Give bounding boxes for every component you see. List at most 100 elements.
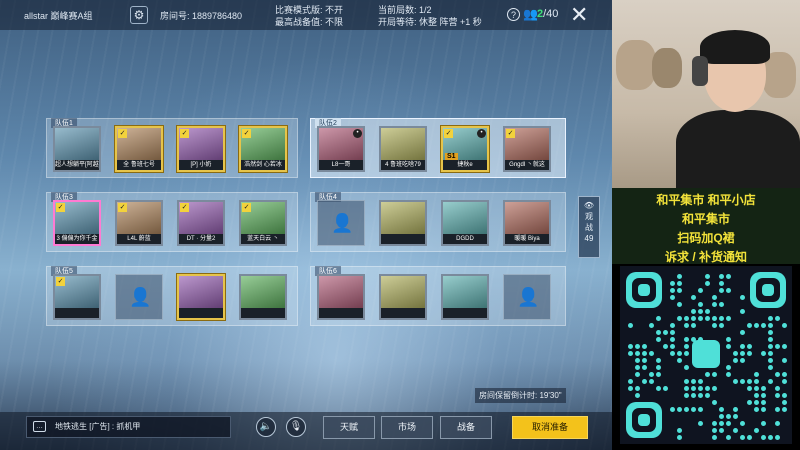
empty-slot[interactable]: 👤 [317,200,365,246]
qr-finder-core [638,284,650,296]
empty-slot[interactable]: 👤 [115,274,163,320]
qr-dot [705,281,710,286]
qr-dot [768,435,773,440]
player-name [319,308,363,318]
banner-line-2: 和平集市 [681,212,730,226]
qr-dot [775,344,780,349]
team-panel[interactable]: 队伍5 ✓ 👤 [46,266,298,326]
player-slot[interactable] [379,274,427,320]
team-panel[interactable]: 队伍4 👤 DGDD 暖暖 Biya [310,192,566,252]
qr-dot [740,309,745,314]
speaker-icon[interactable]: 🔈 [256,417,276,437]
qr-dot [705,393,710,398]
player-slot[interactable] [239,274,287,320]
wait-info: 开局等待: 休整 阵营 +1 秒 [378,17,482,27]
qr-dot [712,316,717,321]
player-slot[interactable]: ✓ 蓝天白云 丶 [239,200,287,246]
qr-dot [740,351,745,356]
qr-dot [768,365,773,370]
qr-dot [642,351,647,356]
voice-icon: • [477,129,486,138]
spectate-button[interactable]: 👁 观 战 49 [578,196,600,258]
player-name: [P] 小奶 [179,160,223,170]
qr-dot [754,323,759,328]
player-slot[interactable]: 4 鲁班吃啥79 [379,126,427,172]
ready-check-icon: ✓ [180,129,189,138]
qr-dot [768,323,773,328]
chat-box[interactable]: … 地铁逃生 [广告] : 抓机甲 [26,416,231,438]
team-panel[interactable]: 队伍6 👤 [310,266,566,326]
player-slot[interactable]: ✓ 全 鲁班七号 [115,126,163,172]
qr-dot [635,386,640,391]
qr-dot [656,330,661,335]
room-name: allstar 巅峰赛A组 [24,11,93,21]
qr-dot [747,379,752,384]
player-slot[interactable]: 暖暖 Biya [503,200,551,246]
qr-dot [740,330,745,335]
player-slot[interactable] [177,274,225,320]
ready-check-icon: ✓ [56,277,65,286]
close-icon[interactable]: ✕ [570,3,588,27]
player-name: 暖暖 Biya [505,234,549,244]
qr-dot [775,316,780,321]
player-slot[interactable]: 超人想躺平[阿越] [53,126,101,172]
player-name [381,308,425,318]
qr-dot [768,344,773,349]
qr-dot [628,386,633,391]
qr-dot [775,407,780,412]
player-name [55,308,99,318]
qr-dot [712,428,717,433]
qr-dot [782,358,787,363]
ready-check-icon: ✓ [118,129,127,138]
ready-check-icon: ✓ [242,129,251,138]
qr-dot [698,309,703,314]
qr-dot [635,358,640,363]
player-slot[interactable]: ✓ [P] 小奶 [177,126,225,172]
player-avatar [443,202,487,234]
chat-icon[interactable]: … [33,421,46,432]
qr-dot [670,330,675,335]
player-name: 3 偏偏为你千金 [55,234,99,244]
qr-dot [761,386,766,391]
eye-icon: 👁 [583,201,595,210]
team-panel[interactable]: 队伍3 ✓ 3 偏偏为你千金 ✓ L4L 蔚蓝 ✓ DT · 分量2 ✓ 蓝天白云 丶 [46,192,298,252]
prepare-button[interactable]: 战备 [440,416,492,439]
qr-dot [754,428,759,433]
question-icon[interactable]: ? [507,8,520,21]
player-slot[interactable] [317,274,365,320]
player-slot[interactable]: ✓ 3 偏偏为你千金 [53,200,101,246]
talent-button[interactable]: 天赋 [323,416,375,439]
qr-dot [656,358,661,363]
player-slot[interactable]: ✓ [53,274,101,320]
team-panel[interactable]: 队伍1 超人想躺平[阿越] ✓ 全 鲁班七号 ✓ [P] 小奶 ✓ 浩然剑 心若冰 [46,118,298,178]
qr-dot [684,365,689,370]
player-slot[interactable]: ✓ L4L 蔚蓝 [115,200,163,246]
player-slot[interactable]: • L8一哥 [317,126,365,172]
player-slot[interactable]: ✓ • S1 捷秋e [441,126,489,172]
qr-dot [768,337,773,342]
player-slot[interactable]: DGDD [441,200,489,246]
qr-dot [775,393,780,398]
player-slot[interactable]: ✓ DT · 分量2 [177,200,225,246]
season-tag: S1 [445,153,458,160]
player-avatar [179,276,223,308]
qr-dot [656,372,661,377]
qr-dot [628,344,633,349]
player-slot[interactable]: ✓ 浩然剑 心若冰 [239,126,287,172]
mic-icon[interactable]: 🎙 [286,417,306,437]
player-name: 超人想躺平[阿越] [55,160,99,170]
qr-dot [726,372,731,377]
player-slot[interactable] [379,200,427,246]
qr-dot [726,421,731,426]
market-button[interactable]: 市场 [381,416,433,439]
ready-check-icon: ✓ [56,203,65,212]
player-slot[interactable] [441,274,489,320]
qr-dot [628,351,633,356]
promo-banner: 和平集市 和平小店 和平集市 扫码加Q裙 诉求 / 补货通知 [612,188,800,264]
empty-slot[interactable]: 👤 [503,274,551,320]
qr-dot [677,407,682,412]
cancel-ready-button[interactable]: 取消准备 [512,416,588,439]
gear-icon[interactable]: ⚙ [130,6,148,24]
player-slot[interactable]: ✓ Gngdl 丶就这 [503,126,551,172]
team-panel[interactable]: 队伍2 • L8一哥 4 鲁班吃啥79 ✓ • S1 捷秋e ✓ Gngdl 丶就这 [310,118,566,178]
